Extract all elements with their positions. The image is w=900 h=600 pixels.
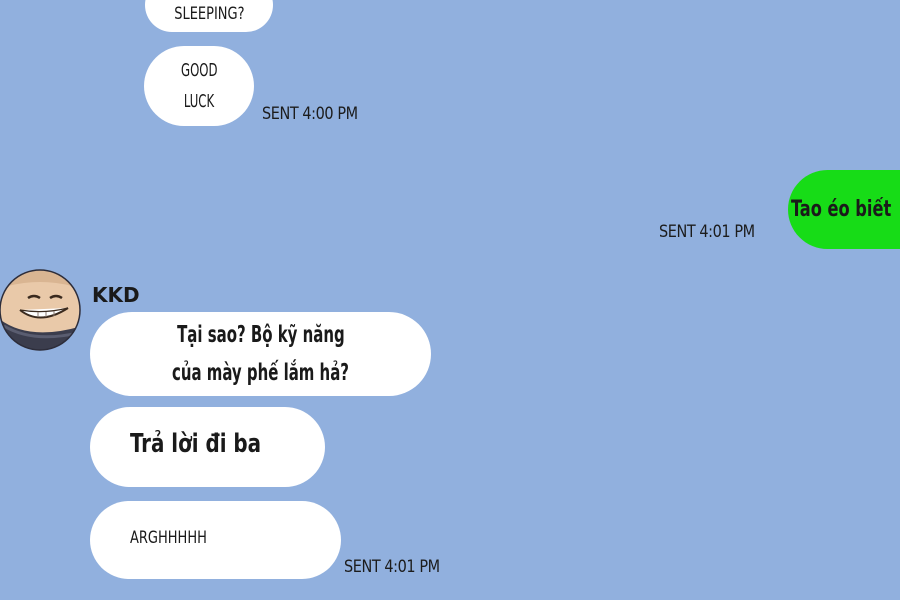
message-text: SLEEPING? [173, 4, 245, 24]
message-bubble-sleeping: SLEEPING? [145, 0, 273, 32]
message-bubble-kkd-1: Tại sao? Bộ kỹ năng của mày phế lắm hả? [90, 312, 431, 396]
message-bubble-good-luck: GOOD LUCK [144, 46, 254, 126]
sent-timestamp: SENT 4:01 PM [344, 557, 440, 577]
message-line: LUCK [183, 91, 215, 112]
message-text: Tao éo biết [791, 197, 892, 222]
cartoon-face-icon [0, 269, 81, 351]
message-line: của mày phế lắm hả? [172, 360, 349, 386]
message-text: Tại sao? Bộ kỹ năng của mày phế lắm hả? [156, 316, 364, 392]
message-text: GOOD LUCK [178, 55, 221, 117]
sent-timestamp: SENT 4:00 PM [262, 104, 358, 124]
message-text: Trả lời đi ba [130, 429, 262, 459]
message-text: ARGHHHHH [130, 528, 207, 548]
message-line: Tại sao? Bộ kỹ năng [176, 322, 345, 348]
message-bubble-kkd-2: Trả lời đi ba [90, 407, 325, 487]
message-bubble-kkd-3: ARGHHHHH [90, 501, 341, 579]
sender-name: KKD [92, 283, 140, 307]
avatar[interactable] [0, 268, 82, 352]
message-line: GOOD [180, 60, 218, 81]
my-message-bubble: Tao éo biết [788, 170, 900, 249]
sent-timestamp: SENT 4:01 PM [659, 222, 755, 242]
